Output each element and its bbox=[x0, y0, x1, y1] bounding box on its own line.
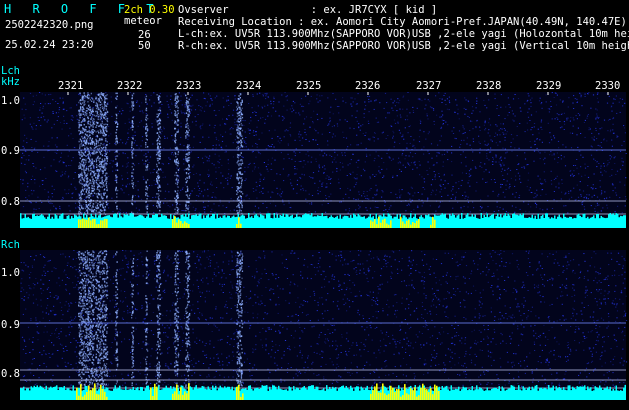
spectrogram bbox=[20, 92, 628, 400]
rch-label: Rch bbox=[1, 239, 20, 251]
time-label-2322: 2322 bbox=[117, 80, 143, 92]
time-label-2329: 2329 bbox=[536, 80, 562, 92]
time-label-2325: 2325 bbox=[296, 80, 322, 92]
time-label-2323: 2323 bbox=[176, 80, 202, 92]
time-label-2330: 2330 bbox=[595, 80, 621, 92]
rch-tick-0-8: 0.8 bbox=[1, 368, 20, 380]
time-label-2321: 2321 bbox=[58, 80, 84, 92]
lch-unit: kHz bbox=[1, 76, 20, 88]
lch-tick-1-0: 1.0 bbox=[1, 95, 20, 107]
lch-tick-0-9: 0.9 bbox=[1, 145, 20, 157]
rch-tick-1-0: 1.0 bbox=[1, 267, 20, 279]
time-label-2327: 2327 bbox=[416, 80, 442, 92]
time-label-2326: 2326 bbox=[355, 80, 381, 92]
rch-baseline bbox=[20, 392, 626, 400]
time-label-2328: 2328 bbox=[476, 80, 502, 92]
rch-tick-0-9: 0.9 bbox=[1, 319, 20, 331]
lch-baseline bbox=[20, 220, 626, 228]
time-label-2324: 2324 bbox=[236, 80, 262, 92]
lch-tick-0-8: 0.8 bbox=[1, 196, 20, 208]
